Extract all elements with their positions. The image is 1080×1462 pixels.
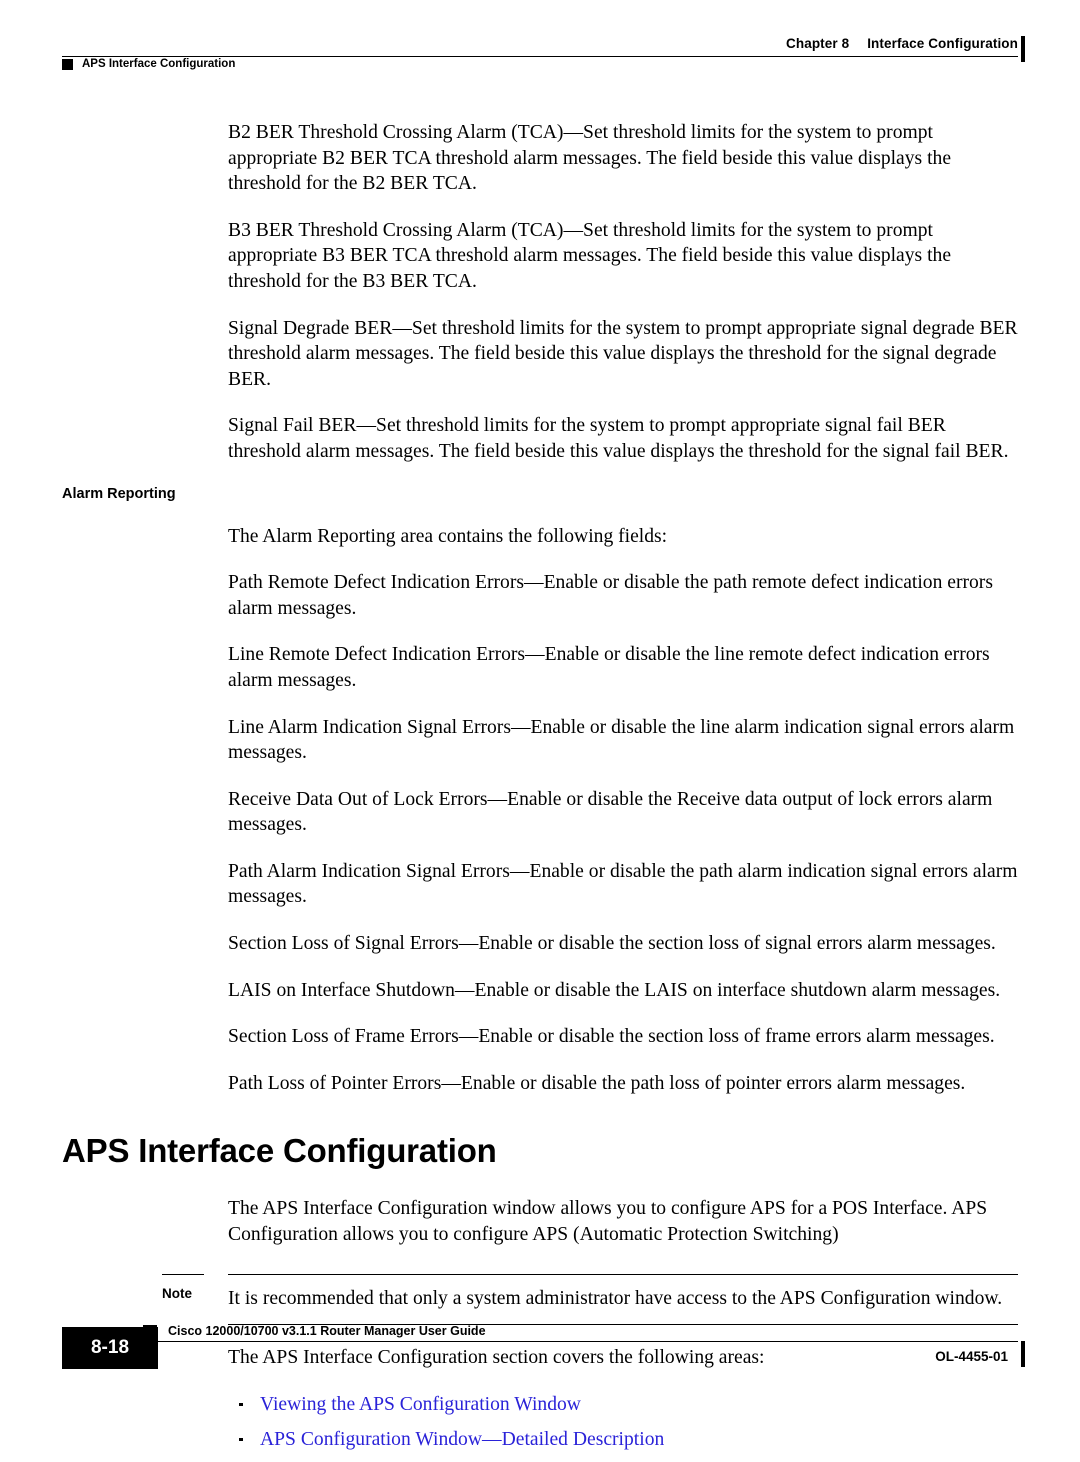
header-rule [62, 56, 1018, 57]
note-top-rule [228, 1273, 1018, 1275]
footer-document-id: OL-4455-01 [935, 1349, 1008, 1364]
list-item: Viewing the APS Configuration Window [228, 1392, 1018, 1418]
paragraph-line-rdi-errors: Line Remote Defect Indication Errors—Ena… [228, 644, 990, 691]
header-chapter-number: Chapter 8 [786, 36, 850, 51]
footer-edge-marker-icon [1021, 1341, 1025, 1367]
paragraph-lais-on-interface-shutdown: LAIS on Interface Shutdown—Enable or dis… [228, 979, 1001, 1001]
paragraph-section-loss-of-signal-errors: Section Loss of Signal Errors—Enable or … [228, 933, 996, 955]
cross-reference-list: Viewing the APS Configuration Window APS… [228, 1392, 1018, 1453]
page-footer: Cisco 12000/10700 v3.1.1 Router Manager … [0, 1307, 1080, 1369]
header-running-head: APS Interface Configuration [62, 58, 235, 70]
body-text-column: B2 BER Threshold Crossing Alarm (TCA)—Se… [228, 120, 1018, 465]
paragraph-path-loss-of-pointer-errors: Path Loss of Pointer Errors—Enable or di… [228, 1072, 966, 1094]
alarm-reporting-text-column: The Alarm Reporting area contains the fo… [228, 524, 1018, 1097]
note-label-rule [162, 1273, 204, 1275]
note-label: Note [162, 1285, 192, 1301]
bullet-dot-icon [239, 1437, 243, 1442]
page-content: B2 BER Threshold Crossing Alarm (TCA)—Se… [0, 120, 1080, 1462]
paragraph-b2-ber-tca: B2 BER Threshold Crossing Alarm (TCA)—Se… [228, 122, 952, 195]
footer-page-number: 8-18 [62, 1327, 158, 1369]
paragraph-section-loss-of-frame-errors: Section Loss of Frame Errors—Enable or d… [228, 1026, 995, 1048]
paragraph-signal-fail-ber: Signal Fail BER—Set threshold limits for… [228, 415, 1009, 462]
footer-guide-title: Cisco 12000/10700 v3.1.1 Router Manager … [168, 1324, 486, 1338]
paragraph-alarm-reporting-intro: The Alarm Reporting area contains the fo… [228, 525, 668, 547]
paragraph-signal-degrade-ber: Signal Degrade BER—Set threshold limits … [228, 317, 1018, 390]
header-square-bullet-icon [62, 59, 73, 70]
section-heading-aps-interface-configuration: APS Interface Configuration [62, 1132, 497, 1170]
page-header: Chapter 8 Interface Configuration APS Int… [0, 0, 1080, 90]
paragraph-path-ais-errors: Path Alarm Indication Signal Errors—Enab… [228, 860, 1018, 908]
footer-rule [158, 1341, 1018, 1342]
header-edge-marker-icon [1021, 36, 1025, 62]
alarm-reporting-subheading: Alarm Reporting [0, 486, 1080, 508]
header-chapter-title: Interface Configuration [867, 36, 1018, 51]
section-intro-column: The APS Interface Configuration window a… [228, 1196, 1018, 1247]
paragraph-receive-data-out-of-lock-errors: Receive Data Out of Lock Errors—Enable o… [228, 788, 993, 836]
paragraph-section-intro: The APS Interface Configuration window a… [228, 1198, 988, 1246]
paragraph-path-rdi-errors: Path Remote Defect Indication Errors—Ena… [228, 572, 993, 619]
alarm-reporting-label: Alarm Reporting [62, 485, 176, 502]
bullet-dot-icon [239, 1402, 243, 1407]
link-aps-configuration-window-detailed-description[interactable]: APS Configuration Window—Detailed Descri… [260, 1429, 664, 1450]
list-item: APS Configuration Window—Detailed Descri… [228, 1427, 1018, 1453]
header-running-head-label: APS Interface Configuration [82, 58, 236, 70]
paragraph-b3-ber-tca: B3 BER Threshold Crossing Alarm (TCA)—Se… [228, 219, 952, 292]
paragraph-line-ais-errors: Line Alarm Indication Signal Errors—Enab… [228, 716, 1015, 764]
header-chapter-line: Chapter 8 Interface Configuration [786, 36, 1018, 51]
